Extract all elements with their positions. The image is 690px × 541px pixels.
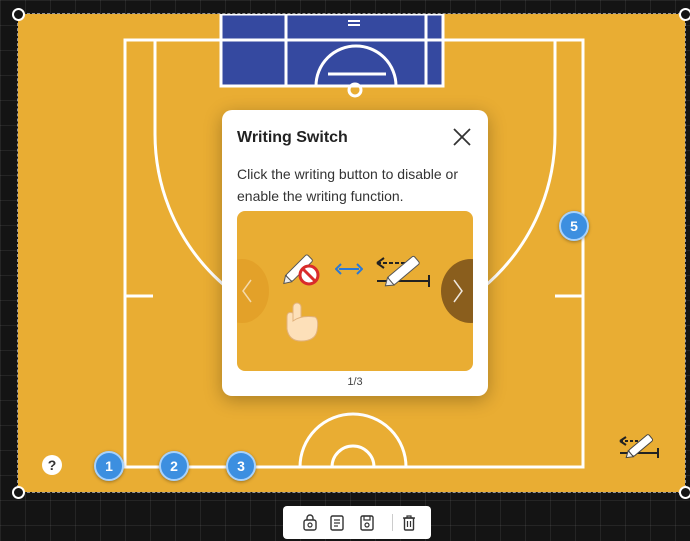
drag-handle-icon[interactable] [348,20,360,28]
trash-icon[interactable] [401,514,417,531]
resize-handle-bottom-right[interactable] [679,486,690,499]
chevron-right-icon [453,279,463,303]
next-slide-button[interactable] [441,259,473,323]
lock-icon[interactable] [302,514,318,531]
dialog-description: Click the writing button to disable or e… [237,166,458,204]
writing-enabled-icon [376,255,430,287]
page-indicator: 1/3 [347,376,363,388]
tutorial-preview [237,211,473,371]
writing-switch-pen-icon[interactable] [618,431,662,461]
dialog-title: Writing Switch [237,129,348,146]
player-marker[interactable]: 3 [226,451,256,481]
resize-handle-bottom-left[interactable] [12,486,25,499]
close-icon[interactable] [451,126,473,148]
help-button[interactable]: ? [42,455,62,475]
player-marker[interactable]: 5 [559,211,589,241]
previous-slide-button[interactable] [237,259,269,323]
writing-switch-dialog: Writing Switch Click the writing button … [222,110,488,396]
writing-disabled-icon [283,254,320,342]
notes-icon[interactable] [329,514,345,531]
resize-handle-top-left[interactable] [12,8,25,21]
resize-handle-top-right[interactable] [679,8,690,21]
player-marker[interactable]: 1 [94,451,124,481]
save-icon[interactable] [359,514,375,531]
toolbar-divider [392,514,393,531]
bottom-toolbar [283,506,431,539]
chevron-left-icon [242,279,252,303]
toggle-arrows-icon [335,263,363,275]
player-marker[interactable]: 2 [159,451,189,481]
